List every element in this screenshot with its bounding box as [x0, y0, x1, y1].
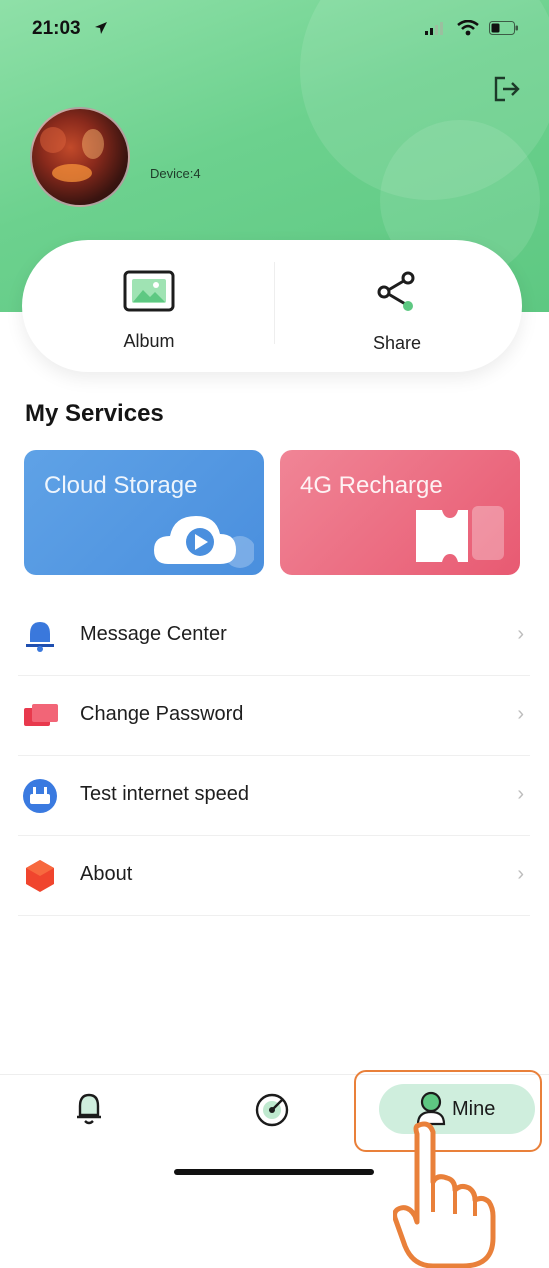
menu-item-label: Message Center — [80, 623, 227, 645]
menu-item-label: Change Password — [80, 703, 244, 725]
logout-icon[interactable] — [492, 74, 522, 104]
cloud-storage-card[interactable]: Cloud Storage — [24, 450, 264, 575]
menu-item-label: About — [80, 863, 133, 885]
status-bar: 21:03 — [0, 0, 549, 60]
4g-recharge-card[interactable]: 4G Recharge — [280, 450, 520, 575]
chevron-right-icon: › — [517, 623, 524, 645]
share-icon — [377, 271, 415, 311]
sim-card-icon — [416, 506, 504, 562]
speed-icon — [23, 779, 57, 813]
chevron-right-icon: › — [517, 783, 524, 805]
settings-menu: Message Center › Change Password › Test … — [18, 596, 530, 916]
bell-icon — [26, 622, 54, 652]
device-count-label: Device:4 — [150, 166, 201, 181]
share-label: Share — [372, 333, 422, 353]
battery-icon — [489, 21, 518, 35]
hexagon-icon — [26, 860, 54, 892]
chevron-right-icon: › — [517, 703, 524, 725]
status-time: 21:03 — [32, 18, 81, 39]
status-icons — [425, 20, 519, 36]
menu-item-change-password[interactable]: Change Password › — [18, 676, 530, 756]
signal-icon — [425, 22, 443, 35]
chevron-right-icon: › — [517, 863, 524, 885]
avatar[interactable] — [30, 107, 130, 207]
hand-pointer-icon — [393, 1121, 496, 1268]
location-arrow-icon — [95, 22, 107, 34]
wifi-icon — [457, 20, 479, 36]
menu-item-message-center[interactable]: Message Center › — [18, 596, 530, 676]
share-button[interactable]: Share — [327, 270, 467, 354]
card-icon — [24, 704, 58, 726]
menu-item-about[interactable]: About › — [18, 836, 530, 916]
tab-radar[interactable] — [254, 1092, 290, 1128]
quick-actions-divider — [274, 262, 275, 344]
home-indicator — [174, 1169, 374, 1175]
album-icon — [123, 270, 175, 312]
tab-notifications[interactable] — [74, 1092, 104, 1126]
section-title: My Services — [25, 400, 164, 427]
album-button[interactable]: Album — [79, 270, 219, 352]
menu-item-label: Test internet speed — [80, 783, 249, 805]
cloud-play-icon — [154, 516, 254, 568]
album-label: Album — [123, 331, 175, 351]
cloud-storage-label: Cloud Storage — [44, 472, 198, 499]
menu-item-test-speed[interactable]: Test internet speed › — [18, 756, 530, 836]
4g-recharge-label: 4G Recharge — [300, 472, 443, 499]
